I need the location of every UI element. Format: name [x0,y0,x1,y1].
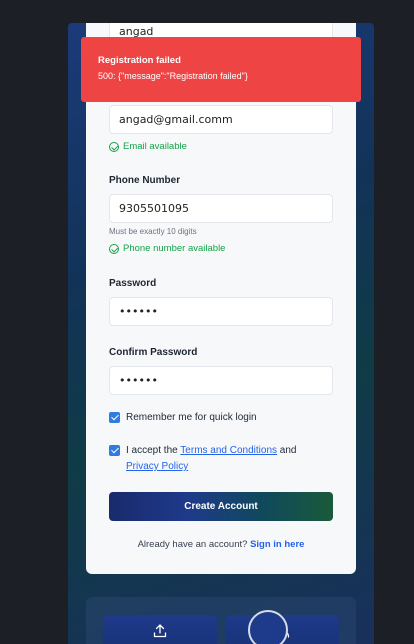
phone-status-text: Phone number available [123,243,226,254]
toast-message: 500: {"message":"Registration failed"} [98,71,248,81]
phone-label: Phone Number [109,175,181,186]
phone-field[interactable]: 9305501095 [109,194,333,223]
confirm-password-field-value: •••••• [119,374,158,387]
password-field-value: •••••• [119,305,158,318]
terms-and: and [277,445,297,456]
check-circle-icon [109,243,119,254]
password-field[interactable]: •••••• [109,297,333,326]
registration-form-card: angad angad@gmail.comm Email available P… [86,23,356,574]
terms-checkbox[interactable] [109,445,120,456]
email-status: Email available [109,141,187,152]
error-toast: Registration failed 500: {"message":"Reg… [81,37,361,102]
confirm-password-field[interactable]: •••••• [109,366,333,395]
toast-title: Registration failed [98,55,181,66]
phone-field-value: 9305501095 [119,202,189,215]
floating-action-button[interactable] [248,610,288,644]
upload-tile[interactable] [103,615,217,644]
signin-prefix: Already have an account? [137,539,251,550]
signin-prompt: Already have an account? Sign in here [86,539,356,550]
phone-hint: Must be exactly 10 digits [109,227,197,236]
password-label: Password [109,278,157,289]
bottom-action-panel [86,597,356,644]
phone-status: Phone number available [109,243,225,254]
remember-me-label: Remember me for quick login [126,412,257,423]
confirm-password-label: Confirm Password [109,347,198,358]
create-account-button[interactable]: Create Account [109,492,333,521]
upload-icon [153,624,167,638]
terms-row: I accept the Terms and Conditions and Pri… [109,443,316,475]
terms-prefix: I accept the [126,445,181,456]
remember-me-checkbox[interactable] [109,412,120,423]
email-field-value: angad@gmail.comm [119,113,233,126]
terms-text: I accept the Terms and Conditions and Pri… [126,443,316,475]
terms-link[interactable]: Terms and Conditions [180,445,277,456]
signin-link[interactable]: Sign in here [250,539,304,550]
remember-me-row: Remember me for quick login [109,412,257,423]
email-field[interactable]: angad@gmail.comm [109,105,333,134]
check-circle-icon [109,141,119,152]
app-frame: angad angad@gmail.comm Email available P… [68,23,374,644]
email-status-text: Email available [123,141,187,152]
privacy-policy-link[interactable]: Privacy Policy [126,461,188,472]
